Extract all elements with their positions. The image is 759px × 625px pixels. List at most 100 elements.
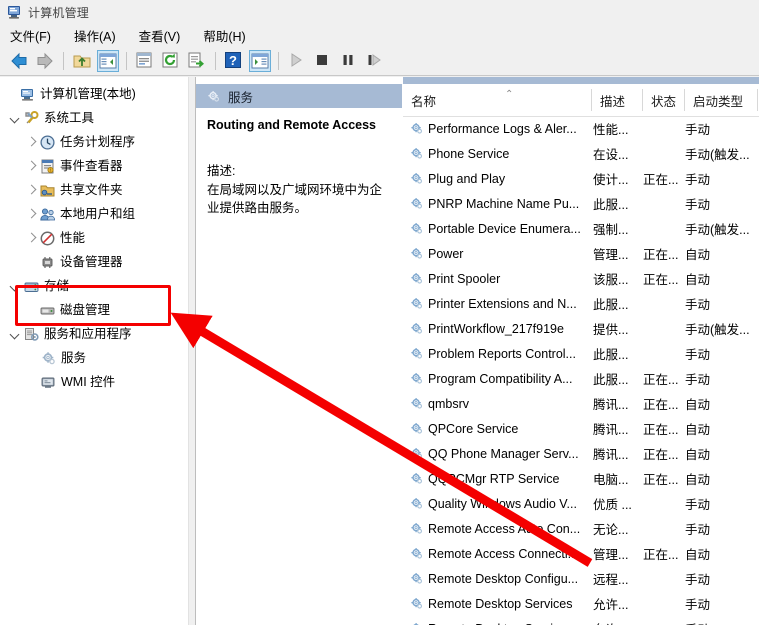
show-action-pane-icon[interactable] xyxy=(249,50,271,72)
chevron-down-icon[interactable] xyxy=(8,111,22,125)
chevron-right-icon[interactable] xyxy=(24,207,38,221)
menu-help[interactable]: 帮助(H) xyxy=(201,24,254,47)
table-row[interactable]: Portable Device Enumera...强制...手动(触发... xyxy=(403,216,759,241)
service-name-label: Problem Reports Control... xyxy=(428,347,576,361)
start-service-icon[interactable] xyxy=(286,50,308,72)
table-row[interactable]: Phone Service在设...手动(触发... xyxy=(403,141,759,166)
table-row[interactable]: Plug and Play使计...正在...手动 xyxy=(403,166,759,191)
cell-service-name: Plug and Play xyxy=(409,166,589,191)
refresh-icon[interactable] xyxy=(160,50,182,72)
table-row[interactable]: Program Compatibility A...此服...正在...手动 xyxy=(403,366,759,391)
tree-item-disk-management[interactable]: 磁盘管理 xyxy=(0,298,188,322)
cell-startup-type: 手动 xyxy=(685,166,759,191)
table-row[interactable]: Printer Extensions and N...此服...手动 xyxy=(403,291,759,316)
menu-view[interactable]: 查看(V) xyxy=(137,24,190,47)
tree-item-shared-folders[interactable]: 共享文件夹 xyxy=(0,178,188,202)
cell-startup-type: 手动 xyxy=(685,341,759,366)
cell-service-name: Remote Desktop Services xyxy=(409,591,589,616)
pause-service-icon[interactable] xyxy=(338,50,360,72)
service-name-label: PrintWorkflow_217f919e xyxy=(428,322,564,336)
column-header-name[interactable]: 名称 xyxy=(403,84,591,116)
table-row[interactable]: Remote Access Auto Con...无论...手动 xyxy=(403,516,759,541)
table-row[interactable]: QQ Phone Manager Serv...腾讯...正在...自动 xyxy=(403,441,759,466)
table-row[interactable]: PrintWorkflow_217f919e提供...手动(触发... xyxy=(403,316,759,341)
table-row[interactable]: Remote Desktop Services允许...手动 xyxy=(403,591,759,616)
tree-item-local-users-and-groups[interactable]: 本地用户和组 xyxy=(0,202,188,226)
service-name-label: Power xyxy=(428,247,463,261)
export-list-icon[interactable] xyxy=(186,50,208,72)
properties-icon[interactable] xyxy=(134,50,156,72)
twisty-placeholder xyxy=(24,255,38,269)
chevron-down-icon[interactable] xyxy=(8,327,22,341)
performance-icon xyxy=(39,230,56,247)
tree-item-services[interactable]: 服务 xyxy=(0,346,188,370)
column-header-status[interactable]: 状态 xyxy=(643,84,684,116)
gear-icon xyxy=(409,621,424,625)
computer-icon xyxy=(19,86,36,103)
restart-service-icon[interactable] xyxy=(364,50,386,72)
tree-item-wmi-control[interactable]: WMI 控件 xyxy=(0,370,188,394)
tree-splitter[interactable] xyxy=(188,77,196,625)
storage-icon xyxy=(23,278,40,295)
column-header-startup-type[interactable]: 启动类型 xyxy=(685,84,757,116)
show-hide-console-tree-icon[interactable] xyxy=(97,50,119,72)
cell-service-name: Program Compatibility A... xyxy=(409,366,589,391)
tree-item-performance[interactable]: 性能 xyxy=(0,226,188,250)
chevron-right-icon[interactable] xyxy=(24,231,38,245)
tree-item-services-and-applications[interactable]: 服务和应用程序 xyxy=(0,322,188,346)
tree-item-system-tools[interactable]: 系统工具 xyxy=(0,106,188,130)
menu-action[interactable]: 操作(A) xyxy=(72,24,125,47)
forward-icon[interactable] xyxy=(34,50,56,72)
help-icon[interactable]: ? xyxy=(223,50,245,72)
back-icon[interactable] xyxy=(8,50,30,72)
chevron-right-icon[interactable] xyxy=(24,159,38,173)
cell-startup-type: 手动 xyxy=(685,366,759,391)
console-tree[interactable]: 计算机管理(本地) 系统工具 xyxy=(0,77,188,625)
cell-description: 腾讯... xyxy=(593,441,639,466)
gear-icon xyxy=(409,421,424,436)
table-row[interactable]: Remote Desktop Configu...远程...手动 xyxy=(403,566,759,591)
services-rows[interactable]: Performance Logs & Aler...性能...手动Phone S… xyxy=(403,116,759,625)
tree-item-task-scheduler[interactable]: 任务计划程序 xyxy=(0,130,188,154)
cell-description: 使计... xyxy=(593,166,639,191)
cell-startup-type: 手动(触发... xyxy=(685,141,759,166)
cell-startup-type: 手动 xyxy=(685,291,759,316)
up-one-level-icon[interactable] xyxy=(71,50,93,72)
table-row[interactable]: Performance Logs & Aler...性能...手动 xyxy=(403,116,759,141)
cell-description: 无论... xyxy=(593,516,639,541)
service-name-label: Portable Device Enumera... xyxy=(428,222,581,236)
cell-description: 此服... xyxy=(593,291,639,316)
table-row[interactable]: Power管理...正在...自动 xyxy=(403,241,759,266)
tree-item-device-manager[interactable]: 设备管理器 xyxy=(0,250,188,274)
tree-item-event-viewer[interactable]: ! 事件查看器 xyxy=(0,154,188,178)
table-row[interactable]: Quality Windows Audio V...优质 ...手动 xyxy=(403,491,759,516)
detail-pane-body: Routing and Remote Access 描述: 在局域网以及广域网环… xyxy=(196,108,402,625)
table-row[interactable]: qmbsrv腾讯...正在...自动 xyxy=(403,391,759,416)
chevron-right-icon[interactable] xyxy=(24,183,38,197)
chevron-down-icon[interactable] xyxy=(8,279,22,293)
table-row[interactable]: PNRP Machine Name Pu...此服...手动 xyxy=(403,191,759,216)
table-row[interactable]: QPCore Service腾讯...正在...自动 xyxy=(403,416,759,441)
cell-startup-type: 自动 xyxy=(685,416,759,441)
table-row[interactable]: QQPCMgr RTP Service电脑...正在...自动 xyxy=(403,466,759,491)
chevron-right-icon[interactable] xyxy=(24,135,38,149)
table-row[interactable]: Print Spooler该服...正在...自动 xyxy=(403,266,759,291)
stop-service-icon[interactable] xyxy=(312,50,334,72)
table-row[interactable]: Remote Desktop Service...允许...手动 xyxy=(403,616,759,625)
column-header-description[interactable]: 描述 xyxy=(592,84,642,116)
title-bar: 计算机管理 xyxy=(0,0,759,24)
tree-item-computer-management-local[interactable]: 计算机管理(本地) xyxy=(0,82,188,106)
tree-item-label: 本地用户和组 xyxy=(60,208,135,221)
gear-icon xyxy=(409,296,424,311)
table-row[interactable]: Remote Access Connecti...管理...正在...自动 xyxy=(403,541,759,566)
menu-file[interactable]: 文件(F) xyxy=(8,24,60,47)
cell-description: 性能... xyxy=(593,116,639,141)
cell-service-name: Phone Service xyxy=(409,141,589,166)
cell-service-name: Portable Device Enumera... xyxy=(409,216,589,241)
cell-startup-type: 自动 xyxy=(685,391,759,416)
table-row[interactable]: Problem Reports Control...此服...手动 xyxy=(403,341,759,366)
column-divider[interactable] xyxy=(757,89,758,111)
service-name-label: Quality Windows Audio V... xyxy=(428,497,577,511)
tree-item-storage[interactable]: 存储 xyxy=(0,274,188,298)
tree-item-label: 计算机管理(本地) xyxy=(40,88,136,101)
